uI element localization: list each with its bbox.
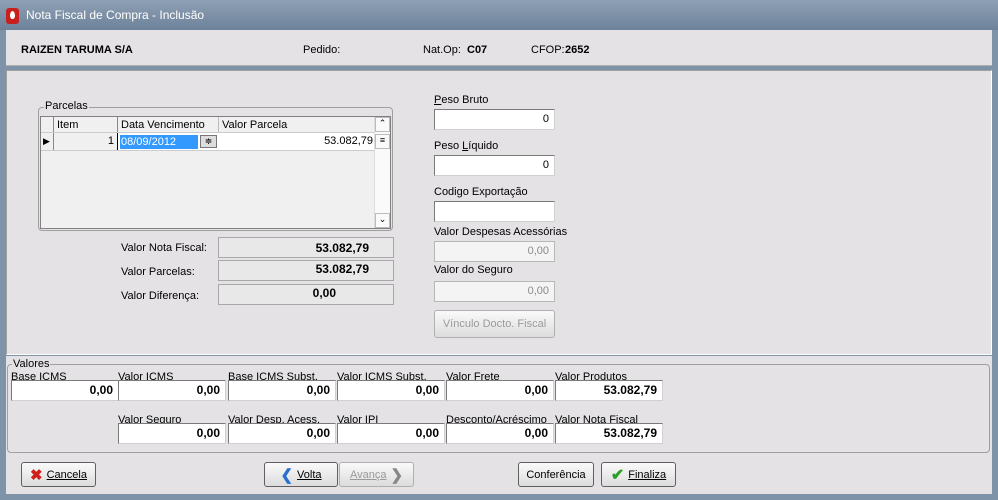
scroll-up-icon[interactable]: ⌃: [375, 117, 390, 132]
title-bar: Nota Fiscal de Compra - Inclusão: [0, 0, 998, 30]
cfop-label: CFOP:: [531, 44, 565, 56]
seguro-label: Valor do Seguro: [434, 264, 513, 276]
app-icon: [6, 8, 19, 24]
company-name: RAIZEN TARUMA S/A: [21, 44, 133, 56]
codigo-input[interactable]: [434, 201, 555, 222]
cell-valor: 53.082,79: [219, 133, 376, 150]
valor-input[interactable]: 0,00: [118, 380, 226, 401]
natop-value: C07: [467, 44, 488, 56]
valor-input[interactable]: 53.082,79: [555, 380, 663, 401]
pedido-label: Pedido:: [303, 44, 341, 56]
valor-input[interactable]: 0,00: [118, 423, 226, 444]
despesas-label: Valor Despesas Acessórias: [434, 226, 568, 238]
col-item[interactable]: Item: [54, 117, 118, 132]
volta-button[interactable]: ❮ Volta: [264, 462, 338, 487]
col-data[interactable]: Data Vencimento: [118, 117, 219, 132]
main-panel: Parcelas Item Data Vencimento Valor Parc…: [6, 70, 992, 355]
cfop-value: 2652: [565, 44, 590, 56]
cell-item: 1: [54, 133, 118, 150]
finaliza-label: Finaliza: [628, 468, 667, 481]
parcelas-label: Valor Parcelas:: [121, 266, 195, 278]
despesas-input[interactable]: 0,00: [434, 241, 555, 262]
date-input[interactable]: 08/09/2012: [120, 134, 198, 149]
peso-liquido-input[interactable]: 0: [434, 155, 555, 176]
date-spin-button[interactable]: ≑: [200, 135, 217, 148]
natop-label: Nat.Op:: [423, 44, 461, 56]
chevron-right-icon: ❯: [390, 466, 404, 484]
cancela-label: Cancela: [46, 468, 87, 481]
window-title: Nota Fiscal de Compra - Inclusão: [26, 8, 205, 22]
diferenca-value: 0,00: [218, 284, 394, 305]
parcelas-title: Parcelas: [44, 100, 89, 112]
nota-label: Valor Nota Fiscal:: [121, 242, 207, 254]
scroll-thumb[interactable]: ≡: [375, 134, 390, 149]
nota-value: 53.082,79: [218, 237, 394, 258]
peso-liquido-label: Peso Líquido: [434, 140, 499, 152]
table-row[interactable]: ▶ 1 08/09/2012 ≑ 53.082,79: [41, 133, 376, 151]
header-panel: RAIZEN TARUMA S/A Pedido: Nat.Op: C07 CF…: [6, 30, 992, 66]
vinculo-button[interactable]: Vínculo Docto. Fiscal: [434, 310, 555, 338]
codigo-label: Codigo Exportação: [434, 186, 528, 198]
valor-input[interactable]: 53.082,79: [555, 423, 663, 444]
avanca-button[interactable]: Avança ❯: [339, 462, 414, 487]
valor-input[interactable]: 0,00: [337, 423, 445, 444]
row-indicator-icon: ▶: [41, 133, 54, 150]
valor-input[interactable]: 0,00: [228, 423, 336, 444]
peso-bruto-input[interactable]: 0: [434, 109, 555, 130]
volta-label: Volta: [297, 468, 322, 481]
avanca-label: Avança: [349, 468, 387, 481]
scrollbar[interactable]: ⌃ ≡ ⌄: [374, 117, 390, 228]
diferenca-label: Valor Diferença:: [121, 290, 200, 302]
seguro-input[interactable]: 0,00: [434, 281, 555, 302]
valor-input[interactable]: 0,00: [446, 423, 554, 444]
parcelas-value: 53.082,79: [218, 260, 394, 281]
cell-data[interactable]: 08/09/2012 ≑: [118, 133, 219, 150]
valor-input[interactable]: 0,00: [11, 380, 119, 401]
chevron-left-icon: ❮: [280, 466, 294, 484]
lower-panel: Valores Base ICMS 0,00 Valor ICMS 0,00 Bas…: [6, 356, 992, 494]
col-valor[interactable]: Valor Parcela: [219, 117, 290, 132]
check-icon: ✔: [610, 466, 625, 484]
valor-input[interactable]: 0,00: [446, 380, 554, 401]
x-icon: ✖: [30, 466, 43, 484]
valores-title: Valores: [12, 358, 51, 370]
parcelas-grid[interactable]: Item Data Vencimento Valor Parcela ▶ 1 0…: [40, 116, 391, 229]
peso-bruto-label: Peso Bruto: [434, 94, 489, 106]
scroll-down-icon[interactable]: ⌄: [375, 213, 390, 228]
valor-input[interactable]: 0,00: [228, 380, 336, 401]
valor-input[interactable]: 0,00: [337, 380, 445, 401]
cancela-button[interactable]: ✖ Cancela: [21, 462, 96, 487]
conferencia-button[interactable]: Conferência: [518, 462, 594, 487]
finaliza-button[interactable]: ✔ Finaliza: [601, 462, 676, 487]
